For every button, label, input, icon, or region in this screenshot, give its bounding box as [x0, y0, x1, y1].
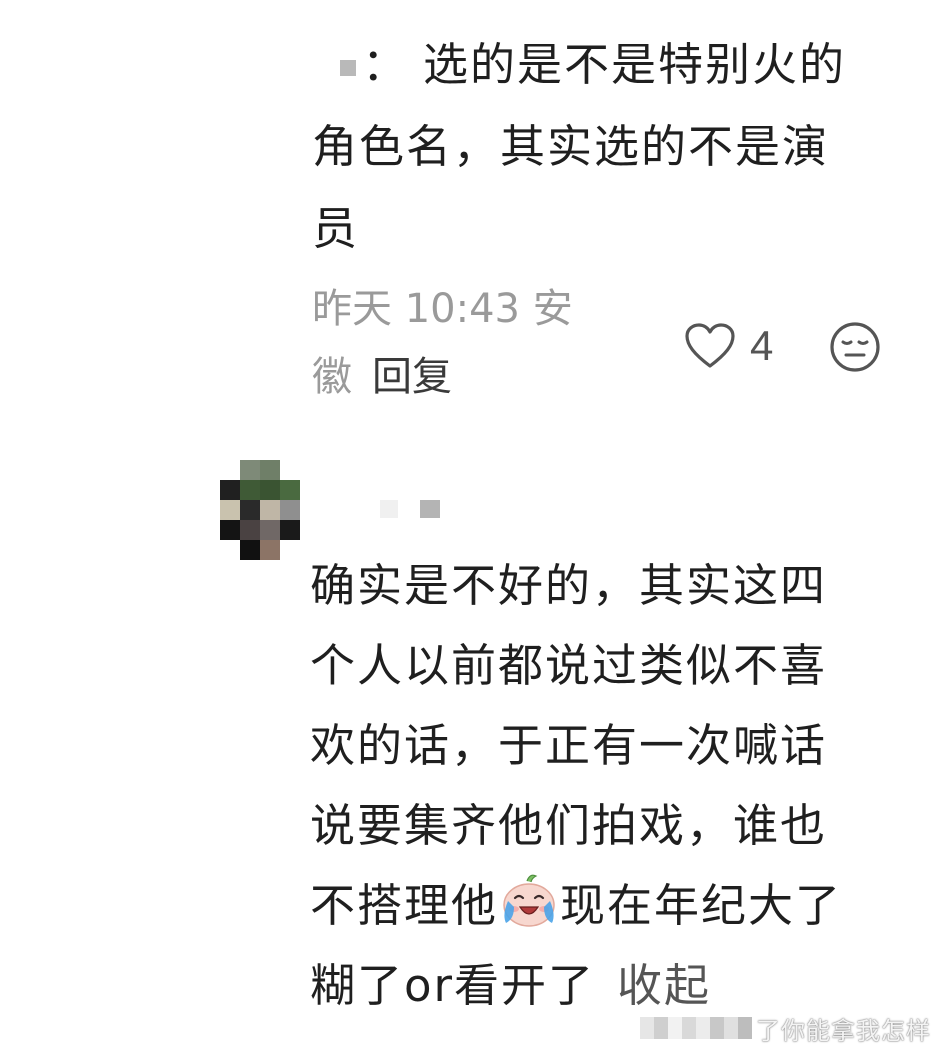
like-button[interactable]: 4 — [684, 318, 773, 374]
comment-2-text-line-5b: 现在年纪大了 — [560, 879, 843, 932]
comment-1-text-line-1: 选的是不是特别火的 — [423, 38, 847, 91]
expressionless-face-icon — [830, 322, 880, 372]
comment-1-body: ：选的是不是特别火的 角色名，其实选的不是演 员 — [312, 24, 912, 270]
comment-2-text-line-1: 确实是不好的，其实这四 — [310, 559, 828, 612]
comment-1-timestamp: 昨天 10:43 安 — [312, 286, 573, 332]
watermark-text: 了你能拿我怎样 — [756, 1016, 931, 1045]
avatar[interactable] — [220, 460, 300, 560]
collapse-button[interactable]: 收起 — [617, 959, 711, 1012]
comment-2-username-pixelated[interactable] — [380, 500, 460, 520]
comment-1-meta: 昨天 10:43 安 徽回复 — [312, 282, 612, 404]
watermark-pixelated-handle — [640, 1017, 752, 1039]
comment-1-location: 徽 — [312, 354, 352, 400]
comment-1-text-line-2: 角色名，其实选的不是演 — [312, 120, 830, 173]
reply-button[interactable]: 回复 — [372, 354, 452, 400]
comment-1-meta-line-2: 徽回复 — [312, 350, 612, 404]
comment-1-line-1: ：选的是不是特别火的 — [312, 24, 912, 106]
comment-2-text-line-2: 个人以前都说过类似不喜 — [310, 639, 828, 692]
comment-1-author-pixelated[interactable] — [340, 60, 356, 76]
dislike-button[interactable] — [828, 320, 882, 374]
comment-2-body: 确实是不好的，其实这四 个人以前都说过类似不喜 欢的话，于正有一次喊话 说要集齐… — [310, 546, 930, 1026]
comment-2-text-line-6a: 糊了or看开了 — [310, 959, 596, 1012]
comment-2-text-line-5a: 不搭理他 — [310, 879, 499, 932]
heart-outline-icon — [685, 323, 735, 368]
comment-2-text-line-4: 说要集齐他们拍戏，谁也 — [310, 799, 828, 852]
watermark: 了你能拿我怎样 — [640, 1010, 931, 1046]
comment-1-author-colon: ： — [362, 38, 410, 91]
like-count: 4 — [750, 322, 774, 369]
comment-2-text-line-3: 欢的话，于正有一次喊话 — [310, 719, 828, 772]
comment-1-text-line-3: 员 — [312, 202, 360, 255]
comment-2-text-line-5: 不搭理他 现在年纪大了 — [310, 866, 930, 946]
crying-laughing-face-emoji — [503, 874, 555, 927]
